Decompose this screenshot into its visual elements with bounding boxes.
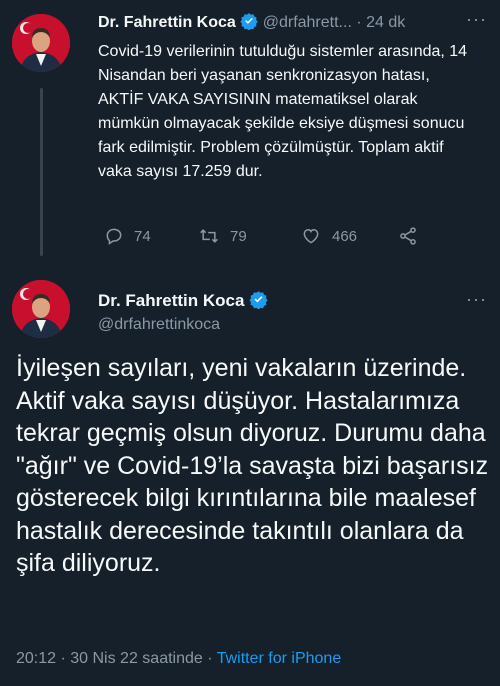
share-icon [400,227,416,245]
reply-count: 74 [134,227,151,245]
tweet1-text: Covid-19 verilerinin tutulduğu sistemler… [98,43,468,180]
more-icon[interactable]: ··· [466,10,487,28]
tweet1-header: Dr. Fahrettin Koca @drfahrett... · 24 dk [98,12,405,35]
retweet-icon [200,229,218,243]
like-icon [303,228,319,244]
tweet1-time[interactable]: 24 dk [366,14,405,31]
more-icon[interactable]: ··· [466,290,487,308]
tweet2-handle[interactable]: @drfahrettinkoca [98,316,220,334]
reply-button[interactable]: 74 [104,226,151,246]
tweet1-handle[interactable]: @drfahrett... [263,14,352,31]
tweet1-author-name[interactable]: Dr. Fahrettin Koca [98,14,236,31]
verified-badge-icon [240,12,258,35]
avatar-image [12,280,70,338]
avatar[interactable] [12,14,70,72]
avatar-image [12,14,70,72]
tweet2-timestamp[interactable]: 20:12 · 30 Nis 22 saatinde · [16,650,213,667]
tweet2-author: Dr. Fahrettin Koca [98,290,268,314]
tweet2-author-name[interactable]: Dr. Fahrettin Koca [98,291,244,310]
verified-badge-icon [249,290,268,314]
reply-icon [106,228,122,245]
retweet-button[interactable]: 79 [198,226,247,246]
like-count: 466 [332,227,358,245]
like-button[interactable]: 466 [300,226,357,246]
avatar[interactable] [12,280,70,338]
thread-connector [40,88,43,256]
retweet-count: 79 [230,227,247,245]
share-button[interactable] [398,226,418,246]
tweet1-actions: 74 79 466 [98,226,478,250]
tweet2-source[interactable]: Twitter for iPhone [217,650,342,667]
tweet2-text: İyileşen sayıları, yeni vakaların üzerin… [16,354,489,577]
tweet2-meta: 20:12 · 30 Nis 22 saatinde · Twitter for… [16,650,341,668]
